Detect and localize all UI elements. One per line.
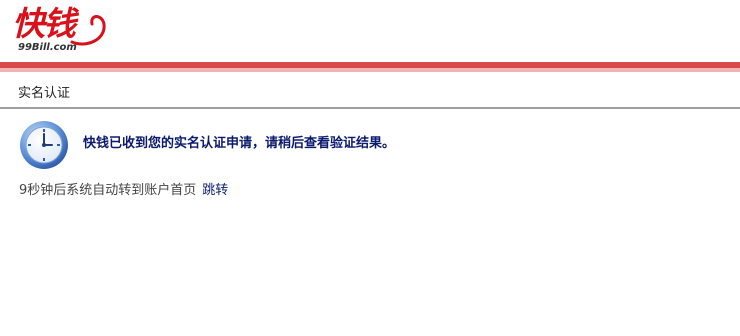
logo-99bill[interactable]: 快钱 99Bill.com xyxy=(12,4,112,60)
title-divider xyxy=(0,107,740,109)
redirect-countdown-text: 9秒钟后系统自动转到账户首页 xyxy=(19,183,197,198)
logo-text: 快钱 xyxy=(12,4,76,43)
page-title: 实名认证 xyxy=(18,86,71,101)
redirect-notice: 9秒钟后系统自动转到账户首页 跳转 xyxy=(19,183,228,199)
redirect-link[interactable]: 跳转 xyxy=(202,183,228,198)
logo-domain: 99Bill.com xyxy=(18,42,77,53)
status-message: 快钱已收到您的实名认证申请，请稍后查看验证结果。 xyxy=(83,136,396,151)
clock-icon xyxy=(20,121,68,169)
header-divider-light xyxy=(0,68,740,72)
page-header: 快钱 99Bill.com xyxy=(0,0,740,62)
